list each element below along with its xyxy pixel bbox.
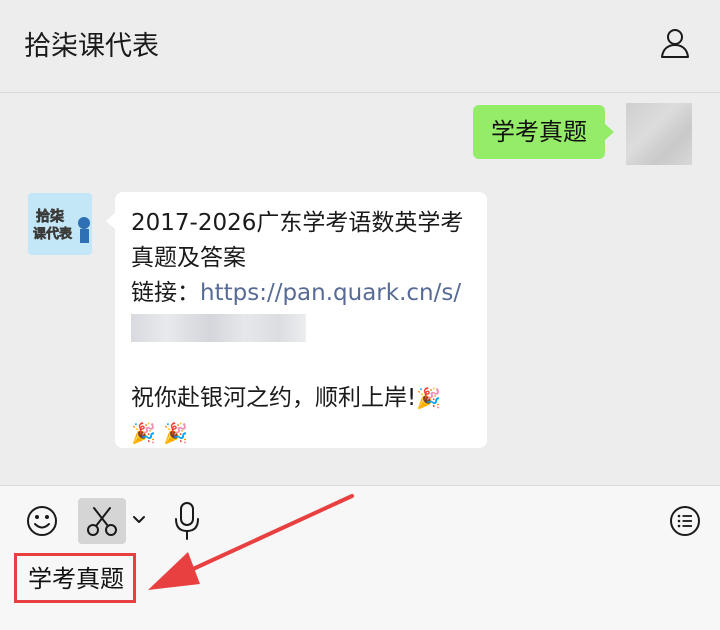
avatar-logo: 拾柒 课代表 bbox=[28, 193, 92, 255]
smiley-icon[interactable] bbox=[25, 504, 59, 538]
reply-spacer bbox=[131, 346, 473, 381]
bot-avatar[interactable]: 拾柒 课代表 bbox=[28, 193, 92, 255]
chevron-down-icon[interactable] bbox=[131, 514, 147, 526]
chat-area: 学考真题 拾柒 课代表 2017-2026广东学考语数英学考 真题及答案 链接：… bbox=[0, 93, 720, 485]
blurred-link-code bbox=[131, 314, 306, 342]
annotation-highlight-box bbox=[14, 553, 136, 603]
party-popper-emoji: 🎉 bbox=[131, 421, 156, 445]
list-icon[interactable] bbox=[668, 504, 702, 538]
person-icon[interactable] bbox=[658, 26, 692, 60]
party-popper-emoji: 🎉 bbox=[416, 386, 442, 410]
self-avatar[interactable] bbox=[626, 103, 692, 165]
microphone-icon[interactable] bbox=[173, 501, 201, 541]
reply-line-1: 2017-2026广东学考语数英学考 bbox=[131, 210, 464, 236]
avatar-text-bottom: 课代表 bbox=[33, 226, 73, 242]
closing-text: 祝你赴银河之约，顺利上岸! bbox=[131, 385, 417, 411]
link-label: 链接： bbox=[131, 280, 200, 306]
sent-message-bubble[interactable]: 学考真题 bbox=[473, 105, 614, 159]
reply-closing-line: 祝你赴银河之约，顺利上岸!🎉 bbox=[131, 381, 473, 416]
party-popper-emoji: 🎉 bbox=[163, 421, 189, 445]
chat-header: 拾柒课代表 bbox=[0, 0, 720, 93]
chat-title: 拾柒课代表 bbox=[24, 31, 159, 62]
input-toolbar: 学考真题 bbox=[0, 485, 720, 630]
reply-message-bubble[interactable]: 2017-2026广东学考语数英学考 真题及答案 链接：https://pan.… bbox=[106, 192, 487, 451]
avatar-text-top: 拾柒 bbox=[36, 208, 65, 225]
link-url[interactable]: https://pan.quark.cn/s/ bbox=[200, 280, 461, 306]
reply-emoji-line: 🎉 🎉 bbox=[131, 416, 473, 451]
reply-link-line: 链接：https://pan.quark.cn/s/ bbox=[131, 276, 473, 311]
reply-line-2: 真题及答案 bbox=[131, 245, 246, 271]
scissors-icon[interactable] bbox=[84, 503, 120, 539]
